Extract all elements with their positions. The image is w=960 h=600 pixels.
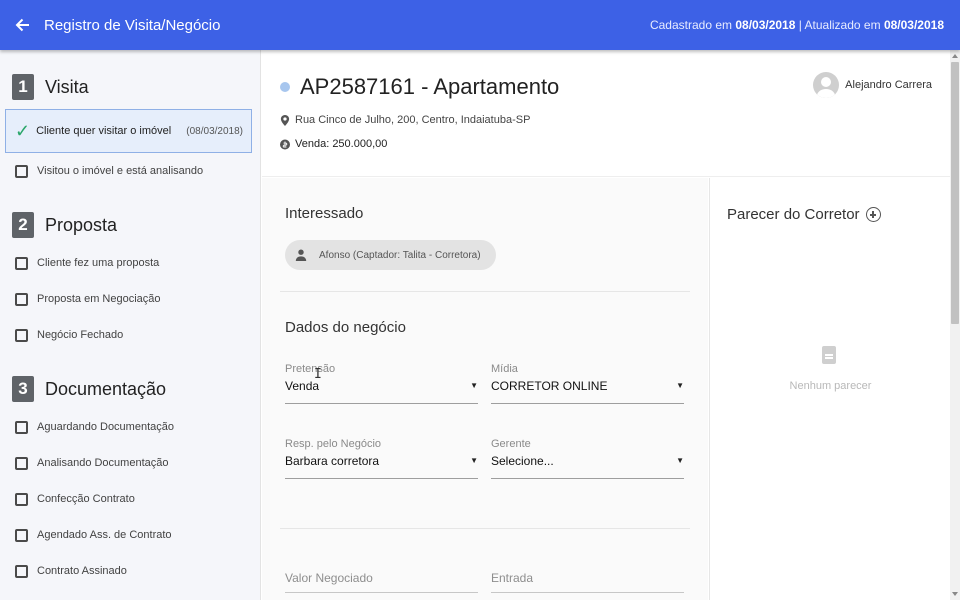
field-label: Gerente — [491, 438, 531, 450]
field-label: Resp. pelo Negócio — [285, 438, 382, 450]
step-label: Cliente quer visitar o imóvel — [36, 125, 172, 137]
step-contrato-assinado[interactable]: Contrato Assinado — [0, 553, 260, 589]
checkbox-icon — [15, 420, 28, 434]
resp-negocio-select[interactable]: Resp. pelo Negócio Barbara corretora ▼ — [285, 438, 478, 479]
parecer-heading: Parecer do Corretor — [727, 206, 881, 223]
step-cliente-quer-visitar[interactable]: ✓ Cliente quer visitar o imóvel (08/03/2… — [5, 109, 252, 153]
vertical-scrollbar[interactable] — [950, 50, 960, 600]
text-cursor-icon: I — [314, 367, 322, 382]
checkbox-icon — [15, 564, 28, 578]
parecer-title: Parecer do Corretor — [727, 206, 860, 223]
step-label: Contrato Assinado — [37, 565, 127, 577]
divider — [280, 291, 690, 292]
person-icon — [295, 249, 307, 261]
registered-date: 08/03/2018 — [735, 18, 796, 32]
back-arrow-icon[interactable] — [0, 0, 44, 50]
step-aguardando-documentacao[interactable]: Aguardando Documentação — [0, 409, 260, 445]
step-label: Visitou o imóvel e está analisando — [37, 165, 204, 177]
record-dates: Cadastrado em 08/03/2018 | Atualizado em… — [650, 18, 944, 32]
gerente-select[interactable]: Gerente Selecione... ▼ — [491, 438, 684, 479]
step-confeccao-contrato[interactable]: Confecção Contrato — [0, 481, 260, 517]
entrada-input[interactable]: Entrada — [491, 571, 684, 593]
money-icon — [280, 139, 290, 149]
step-label: Confecção Contrato — [37, 493, 135, 505]
step-negocio-fechado[interactable]: Negócio Fechado — [0, 317, 260, 353]
dropdown-arrow-icon: ▼ — [676, 381, 684, 390]
step-label: Negócio Fechado — [37, 329, 124, 341]
section-title: Visita — [45, 76, 89, 97]
document-icon — [822, 346, 836, 364]
section-number: 3 — [12, 376, 34, 402]
checkbox-icon — [15, 292, 28, 306]
avatar — [813, 72, 840, 98]
dropdown-arrow-icon: ▼ — [470, 456, 478, 465]
field-placeholder: Entrada — [491, 571, 684, 593]
step-label: Cliente fez uma proposta — [37, 257, 160, 269]
status-dot-icon — [280, 82, 290, 92]
checkbox-icon — [15, 164, 28, 178]
section-visita: 1 Visita — [0, 67, 260, 107]
midia-select[interactable]: Mídia CORRETOR ONLINE ▼ — [491, 363, 684, 404]
scroll-up-icon[interactable] — [952, 54, 958, 58]
section-title: Proposta — [45, 214, 118, 235]
property-header: AP2587161 - Apartamento Rua Cinco de Jul… — [262, 50, 950, 177]
step-proposta-negociacao[interactable]: Proposta em Negociação — [0, 281, 260, 317]
chip-label: Afonso (Captador: Talita - Corretora) — [319, 249, 481, 261]
field-value: CORRETOR ONLINE ▼ — [491, 379, 684, 404]
step-label: Analisando Documentação — [37, 457, 169, 469]
interessado-heading: Interessado — [285, 205, 364, 222]
checkbox-icon — [15, 256, 28, 270]
field-placeholder: Valor Negociado — [285, 571, 478, 593]
scroll-thumb[interactable] — [951, 62, 959, 324]
user-name: Alejandro Carrera — [845, 79, 932, 91]
dropdown-arrow-icon: ▼ — [676, 456, 684, 465]
step-analisando-documentacao[interactable]: Analisando Documentação — [0, 445, 260, 481]
checkbox-icon — [15, 528, 28, 542]
section-documentacao: 3 Documentação — [0, 369, 260, 409]
registered-label: Cadastrado em — [649, 18, 732, 32]
field-label: Mídia — [491, 363, 518, 375]
check-icon: ✓ — [15, 121, 31, 141]
interessado-chip[interactable]: Afonso (Captador: Talita - Corretora) — [285, 240, 496, 270]
add-circle-icon[interactable] — [865, 207, 881, 222]
step-cliente-fez-proposta[interactable]: Cliente fez uma proposta — [0, 245, 260, 281]
field-value: Venda ▼ — [285, 379, 478, 404]
top-app-bar: Registro de Visita/Negócio Cadastrado em… — [0, 0, 960, 50]
checkbox-icon — [15, 456, 28, 470]
section-number: 1 — [12, 74, 34, 100]
step-agendado-ass-contrato[interactable]: Agendado Ass. de Contrato — [0, 517, 260, 553]
workflow-sidebar: 1 Visita ✓ Cliente quer visitar o imóvel… — [0, 50, 261, 600]
property-title: AP2587161 - Apartamento — [300, 74, 560, 99]
field-value: Barbara corretora ▼ — [285, 454, 478, 479]
step-date: (08/03/2018) — [186, 125, 243, 137]
updated-label: | Atualizado em — [798, 18, 881, 32]
parecer-panel: Parecer do Corretor Nenhum parecer — [709, 178, 950, 600]
deal-form: Interessado Afonso (Captador: Talita - C… — [262, 178, 708, 600]
valor-negociado-input[interactable]: Valor Negociado — [285, 571, 478, 593]
property-address: Rua Cinco de Julho, 200, Centro, Indaiat… — [280, 114, 530, 126]
section-proposta: 2 Proposta — [0, 205, 260, 245]
property-price: Venda: 250.000,00 — [280, 138, 387, 150]
section-title: Documentação — [45, 378, 167, 399]
location-pin-icon — [280, 114, 290, 126]
checkbox-icon — [15, 492, 28, 506]
section-number: 2 — [12, 212, 34, 238]
user-info[interactable]: Alejandro Carrera — [813, 72, 932, 98]
updated-date: 08/03/2018 — [883, 18, 944, 32]
checkbox-icon — [15, 328, 28, 342]
step-label: Aguardando Documentação — [37, 421, 174, 433]
field-value: Selecione... ▼ — [491, 454, 684, 479]
step-label: Proposta em Negociação — [37, 293, 161, 305]
scroll-down-icon[interactable] — [952, 592, 958, 596]
step-label: Agendado Ass. de Contrato — [37, 529, 172, 541]
address-text: Rua Cinco de Julho, 200, Centro, Indaiat… — [295, 114, 531, 126]
divider — [280, 528, 690, 529]
page-title: Registro de Visita/Negócio — [44, 16, 221, 34]
price-text: Venda: 250.000,00 — [295, 138, 388, 150]
empty-state-text: Nenhum parecer — [789, 380, 872, 392]
step-visitou-imovel[interactable]: Visitou o imóvel e está analisando — [0, 153, 260, 189]
negocio-heading: Dados do negócio — [285, 319, 406, 336]
dropdown-arrow-icon: ▼ — [470, 381, 478, 390]
